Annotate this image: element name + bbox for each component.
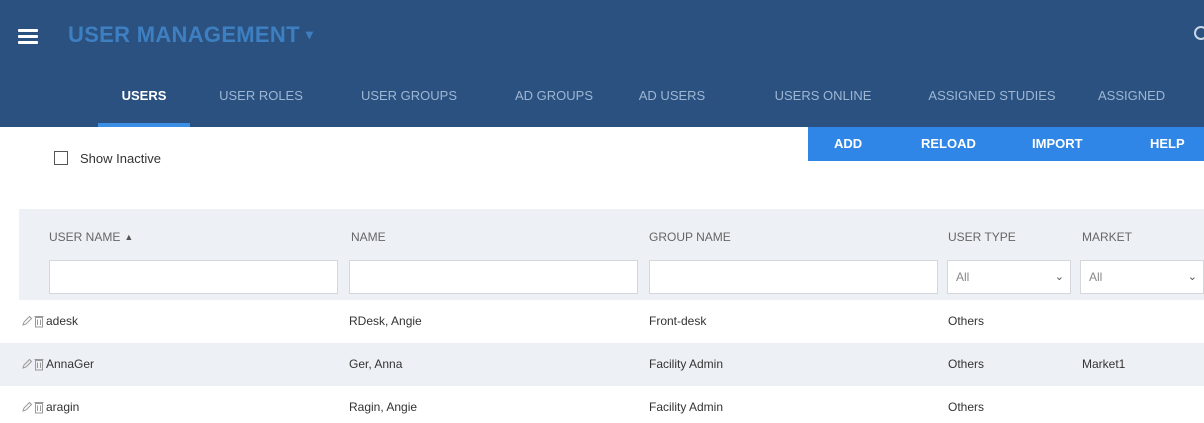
show-inactive-toggle[interactable]: Show Inactive	[54, 150, 161, 166]
cell-name: RDesk, Angie	[349, 314, 422, 328]
user-type-filter-select[interactable]: All ⌄	[947, 260, 1071, 294]
chevron-down-icon: ⌄	[1187, 271, 1197, 283]
app-title: USER MANAGEMENT	[68, 22, 300, 47]
show-inactive-label: Show Inactive	[80, 150, 161, 166]
tab-ad-groups[interactable]: AD GROUPS	[498, 75, 610, 127]
market-filter-value: All	[1089, 270, 1103, 284]
market-filter-select[interactable]: All ⌄	[1080, 260, 1204, 294]
column-header-user-type[interactable]: USER TYPE	[948, 230, 1016, 244]
chevron-down-icon: ⌄	[1054, 271, 1064, 283]
cell-name: Ger, Anna	[349, 357, 403, 371]
user-type-filter-value: All	[956, 270, 970, 284]
cell-user-name: adesk	[46, 314, 79, 328]
table-body: adesk RDesk, Angie Front-desk Others Ann…	[0, 300, 1204, 423]
column-header-user-name-label: USER NAME	[49, 230, 121, 244]
tab-assigned-studies[interactable]: ASSIGNED STUDIES	[916, 75, 1068, 127]
tab-users-online[interactable]: USERS ONLINE	[758, 75, 888, 127]
edit-icon[interactable]	[21, 358, 33, 370]
edit-icon[interactable]	[21, 315, 33, 327]
cell-group-name: Facility Admin	[649, 357, 724, 371]
name-filter-input[interactable]	[349, 260, 638, 294]
chevron-down-icon: ▾	[305, 26, 314, 42]
cell-user-name: aragin	[46, 400, 80, 414]
reload-button[interactable]: RELOAD	[921, 127, 976, 161]
delete-icon[interactable]	[34, 358, 44, 371]
row-actions	[21, 400, 44, 414]
cell-market: Market1	[1082, 357, 1126, 371]
user-name-filter-input[interactable]	[49, 260, 338, 294]
delete-icon[interactable]	[34, 401, 44, 414]
app-title-dropdown[interactable]: USER MANAGEMENT ▾	[68, 22, 313, 48]
table-row[interactable]: AnnaGer Ger, Anna Facility Admin Others …	[0, 343, 1204, 386]
table-row[interactable]: adesk RDesk, Angie Front-desk Others	[0, 300, 1204, 343]
tab-users[interactable]: USERS	[98, 75, 190, 127]
action-bar: ADD RELOAD IMPORT HELP	[808, 127, 1204, 161]
cell-user-type: Others	[948, 314, 985, 328]
sort-icon[interactable]: ▲	[124, 232, 133, 242]
column-header-user-name[interactable]: USER NAME ▲	[49, 230, 133, 244]
edit-icon[interactable]	[21, 401, 33, 413]
user-icon[interactable]	[1194, 26, 1204, 40]
delete-icon[interactable]	[34, 315, 44, 328]
top-bar: USER MANAGEMENT ▾	[0, 0, 1204, 75]
column-header-name[interactable]: NAME	[351, 230, 386, 244]
show-inactive-checkbox[interactable]	[54, 151, 68, 165]
tab-ad-users[interactable]: AD USERS	[630, 75, 714, 127]
table-row[interactable]: aragin Ragin, Angie Facility Admin Other…	[0, 386, 1204, 423]
cell-user-type: Others	[948, 400, 985, 414]
row-actions	[21, 357, 44, 371]
hamburger-icon[interactable]	[18, 29, 38, 45]
add-button[interactable]: ADD	[834, 127, 862, 161]
app-header: USER MANAGEMENT ▾ USERS USER ROLES USER G…	[0, 0, 1204, 127]
table-header: USER NAME ▲ NAME GROUP NAME USER TYPE MAR…	[19, 209, 1204, 300]
import-button[interactable]: IMPORT	[1032, 127, 1083, 161]
row-actions	[21, 314, 44, 328]
group-name-filter-input[interactable]	[649, 260, 938, 294]
column-header-group-name[interactable]: GROUP NAME	[649, 230, 731, 244]
cell-group-name: Front-desk	[649, 314, 707, 328]
tab-assigned[interactable]: ASSIGNED	[1098, 75, 1204, 127]
cell-group-name: Facility Admin	[649, 400, 724, 414]
tab-bar: USERS USER ROLES USER GROUPS AD GROUPS A…	[0, 75, 1204, 127]
tab-user-groups[interactable]: USER GROUPS	[345, 75, 473, 127]
column-header-market[interactable]: MARKET	[1082, 230, 1132, 244]
tab-user-roles[interactable]: USER ROLES	[204, 75, 318, 127]
cell-name: Ragin, Angie	[349, 400, 418, 414]
help-button[interactable]: HELP	[1150, 127, 1185, 161]
cell-user-type: Others	[948, 357, 985, 371]
cell-user-name: AnnaGer	[46, 357, 95, 371]
